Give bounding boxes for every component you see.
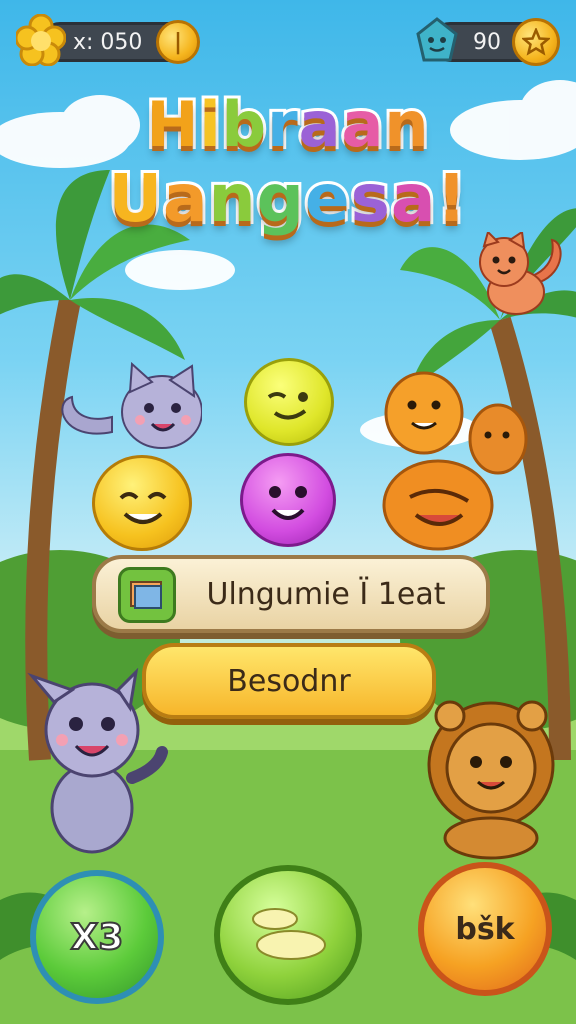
language-button-label: Ulngumie Ï 1eat [206, 576, 446, 612]
primary-button[interactable]: Besodnr [142, 643, 436, 719]
title-line1-letter: b [219, 85, 269, 164]
lime-face-expression [267, 392, 308, 420]
title-line1-letter: i [196, 85, 223, 164]
title-line1-letter: r [264, 85, 301, 164]
title-line2-letter: U [105, 157, 165, 240]
game-title-line1: Hibraan [0, 85, 576, 164]
book-glyph [130, 581, 162, 609]
lion-character [427, 700, 555, 860]
game-title-line2: Uangesa! [0, 157, 576, 240]
title-line2-letter: s [348, 157, 393, 240]
orange-creature-stack [382, 371, 528, 551]
title-line1-letter: a [296, 85, 344, 164]
purple-face-ball [240, 453, 336, 547]
fox-character [479, 232, 562, 315]
play-button[interactable] [214, 865, 362, 1005]
title-line2-letter: n [206, 157, 259, 240]
game-screen: x: 050 | 90 Hibraan Uangesa! Ulngumie Ï … [0, 0, 576, 1024]
star-icon[interactable] [512, 18, 560, 66]
bsk-button[interactable]: bšk [418, 862, 552, 996]
speech-bubble-icon [252, 908, 326, 960]
title-line2-letter: e [302, 157, 353, 240]
title-line1-letter: n [381, 85, 431, 164]
star-glyph [522, 28, 550, 56]
yellow-face-ball [92, 455, 192, 551]
star-counter-value: 90 [473, 29, 501, 55]
gem-icon[interactable] [414, 16, 460, 66]
title-line2-letter: ! [433, 157, 469, 240]
coin-icon[interactable]: | [156, 20, 200, 64]
bsk-button-label: bšk [455, 911, 515, 947]
title-line1-letter: H [144, 85, 202, 164]
multiplier-button[interactable]: X3 [30, 870, 164, 1004]
book-icon [118, 567, 176, 623]
cat-character-bottom [27, 668, 168, 854]
language-button[interactable]: Ulngumie Ï 1eat [92, 555, 490, 633]
yellow-face-expression [119, 492, 167, 524]
purple-face-expression [269, 486, 307, 520]
title-line2-letter: a [388, 157, 438, 240]
title-line1-letter: a [338, 85, 386, 164]
lime-face-ball [244, 358, 334, 446]
title-line2-letter: a [160, 157, 210, 240]
coin-counter-label: x: 050 [73, 29, 143, 55]
cat-character-top [61, 362, 202, 449]
primary-button-label: Besodnr [227, 663, 351, 699]
flower-icon[interactable] [16, 14, 66, 66]
multiplier-button-label: X3 [70, 916, 125, 959]
title-line2-letter: g [254, 157, 307, 240]
